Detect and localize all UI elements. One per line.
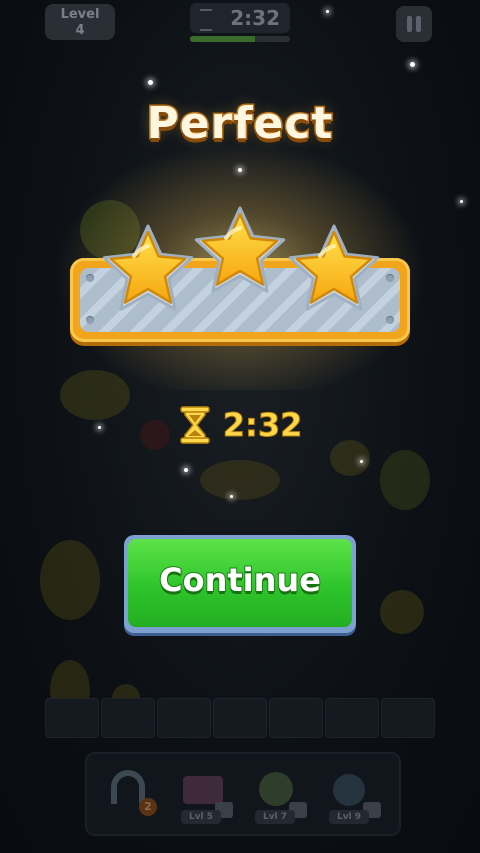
- tray-slot: [269, 698, 323, 738]
- bg-fruit: [40, 540, 100, 620]
- bomb-icon: [333, 774, 365, 806]
- hud-bar: Level 4 2:32: [0, 0, 480, 48]
- tray-slot: [213, 698, 267, 738]
- sparkle: [238, 168, 242, 172]
- sparkle: [410, 62, 415, 67]
- booster-badge: 2: [139, 798, 157, 816]
- result-title: Perfect: [145, 97, 334, 151]
- tray-slot: [45, 698, 99, 738]
- sparkle: [460, 200, 463, 203]
- hud-timer-text: 2:32: [230, 6, 280, 30]
- plate-rivet: [386, 274, 394, 282]
- timer-progress-fill: [190, 36, 255, 42]
- completion-time: 2:32: [0, 406, 480, 450]
- pause-button[interactable]: [396, 6, 432, 42]
- booster-level-label: Lvl 5: [181, 810, 221, 824]
- plate-rivet: [86, 274, 94, 282]
- level-indicator: Level 4: [45, 4, 115, 40]
- bg-fruit: [200, 460, 280, 500]
- tray-slot: [381, 698, 435, 738]
- hud-timer: 2:32: [190, 3, 290, 33]
- hud-hourglass-icon: [200, 9, 212, 31]
- rating-star: [100, 222, 196, 314]
- plate-rivet: [386, 316, 394, 324]
- sparkle: [230, 495, 233, 498]
- level-label: Level: [60, 7, 100, 22]
- fan-icon: [259, 772, 293, 806]
- books-icon: [183, 776, 223, 804]
- star-icon: [194, 206, 286, 293]
- sparkle: [148, 80, 153, 85]
- tray-slot: [157, 698, 211, 738]
- rating-star: [286, 222, 382, 314]
- star-icon: [288, 224, 380, 311]
- tray-slot: [101, 698, 155, 738]
- magnet-icon: [111, 770, 145, 804]
- sparkle: [184, 468, 188, 472]
- sparkle: [326, 10, 329, 13]
- game-screen: Level 4 2:32 2 Lvl 5 Lvl 7 Lvl 9 Perfect…: [0, 0, 480, 853]
- fan-booster[interactable]: Lvl 7: [249, 764, 309, 824]
- magnet-booster[interactable]: 2: [101, 764, 161, 824]
- sparkle: [360, 460, 363, 463]
- plate-rivet: [86, 316, 94, 324]
- bomb-booster[interactable]: Lvl 9: [323, 764, 383, 824]
- continue-button[interactable]: Continue: [124, 535, 356, 633]
- hourglass-icon: [178, 406, 212, 444]
- completion-time-text: 2:32: [222, 406, 303, 445]
- bg-fruit: [380, 590, 424, 634]
- collection-tray: [45, 698, 435, 738]
- rating-star: [192, 204, 288, 296]
- bg-fruit: [380, 450, 430, 510]
- booster-level-label: Lvl 7: [255, 810, 295, 824]
- booster-level-label: Lvl 9: [329, 810, 369, 824]
- books-booster[interactable]: Lvl 5: [175, 764, 235, 824]
- tray-slot: [325, 698, 379, 738]
- continue-label: Continue: [158, 560, 322, 600]
- star-icon: [102, 224, 194, 311]
- booster-panel: 2 Lvl 5 Lvl 7 Lvl 9: [85, 752, 401, 836]
- continue-button-face: Continue: [128, 539, 352, 627]
- timer-progress-bar: [190, 36, 290, 42]
- level-number: 4: [75, 23, 85, 38]
